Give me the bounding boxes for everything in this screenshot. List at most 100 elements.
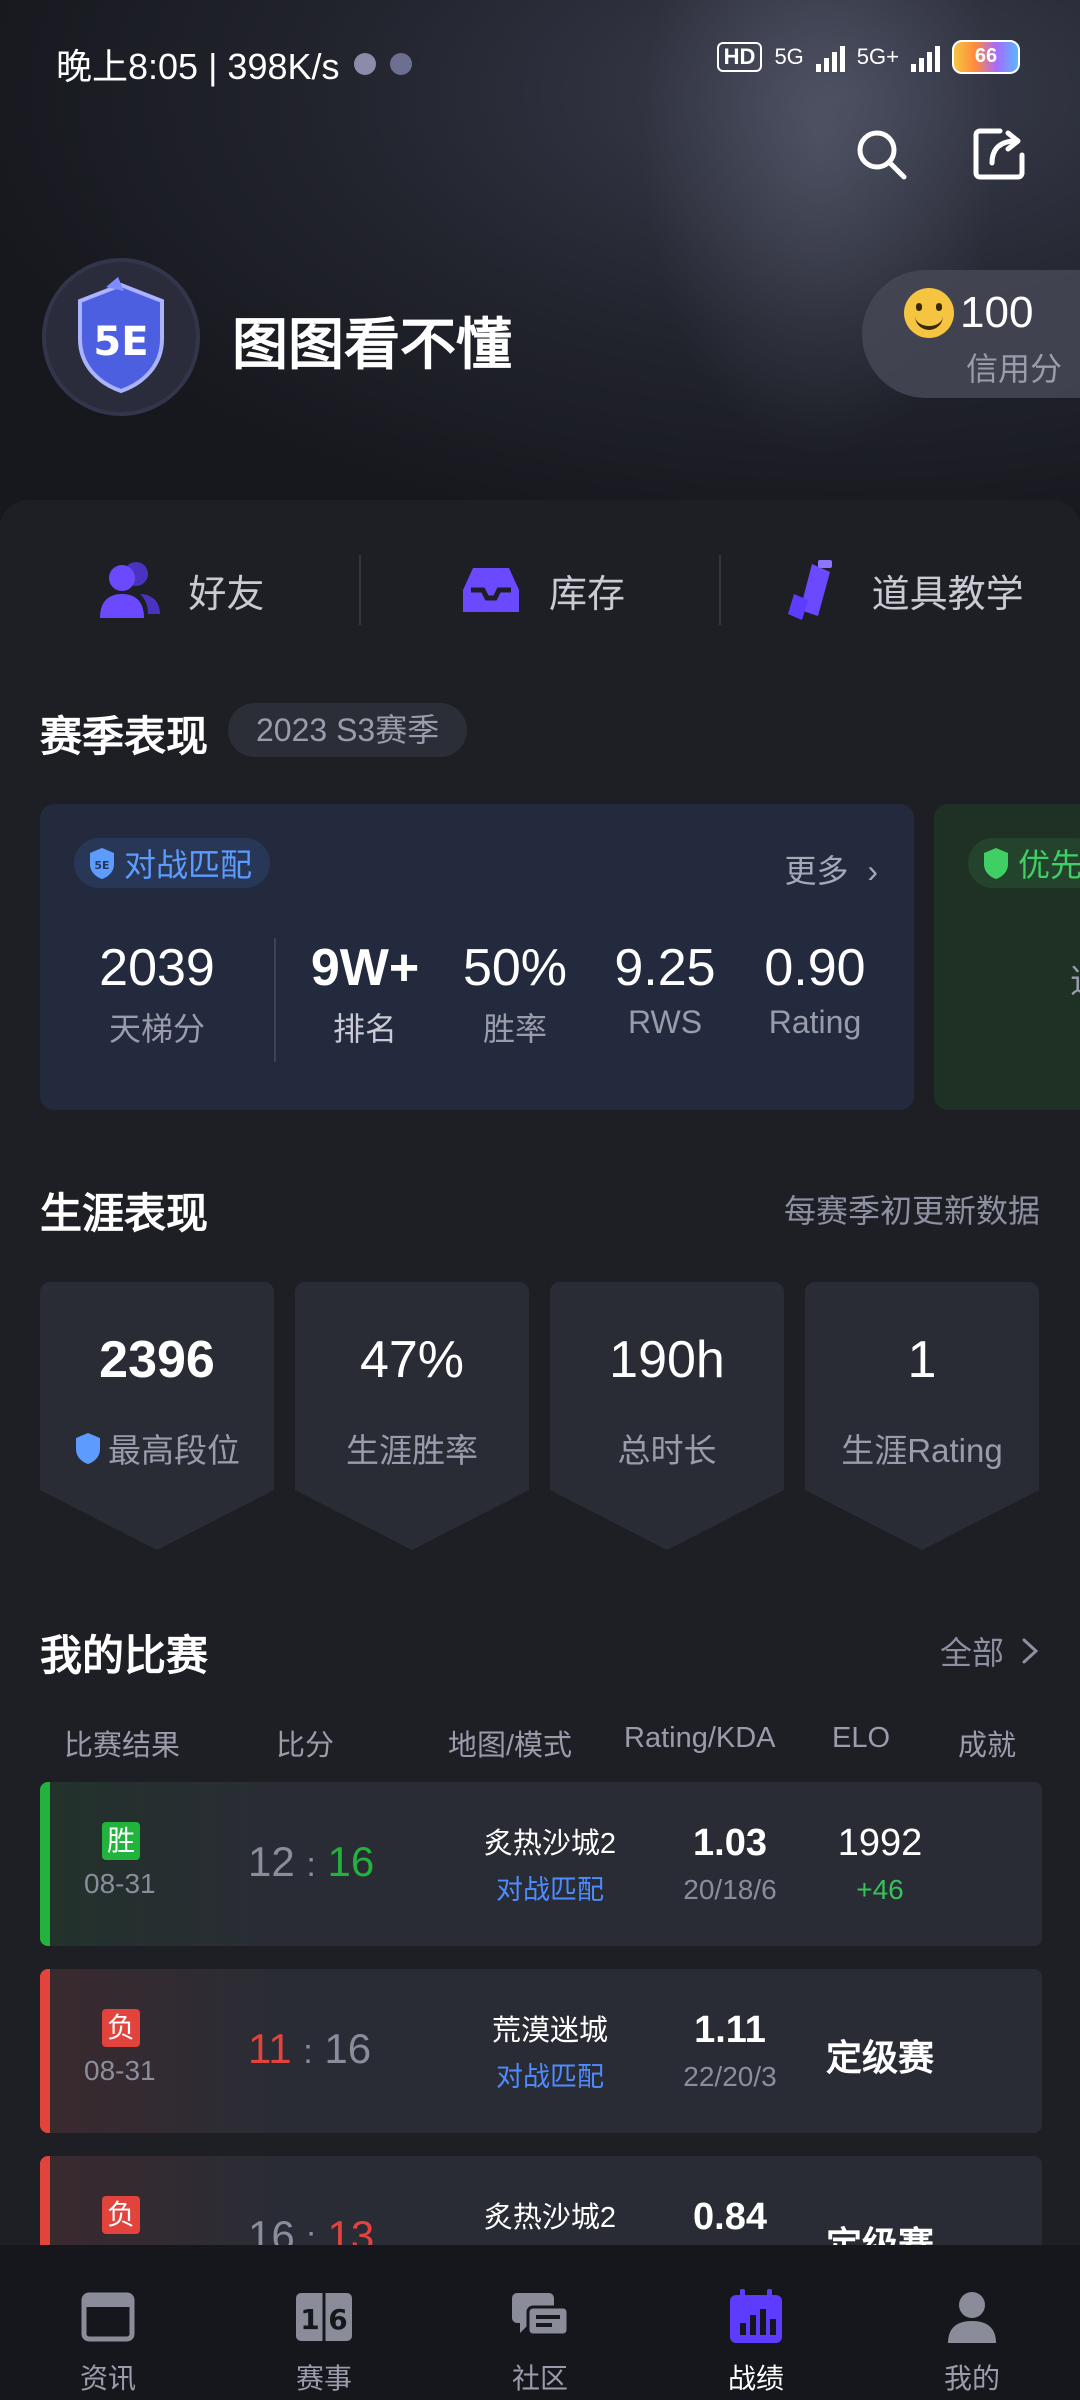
credit-score-label: 信用分 <box>965 351 1062 387</box>
career-stat-highest-rank: 2396 最高段位 <box>40 1282 274 1550</box>
5e-logo-icon: 5E <box>78 277 164 394</box>
stat-label: 总时长 <box>617 1432 717 1469</box>
svg-text:6: 6 <box>328 2303 347 2336</box>
chat-icon <box>512 2293 570 2337</box>
career-stat-playtime: 190h 总时长 <box>550 1282 784 1550</box>
credit-score-value: 100 <box>960 288 1034 337</box>
signal-icon <box>815 42 845 72</box>
result-stripe <box>40 1969 50 2133</box>
app-notification-icon <box>389 53 412 75</box>
stat-label: 生涯Rating <box>841 1432 1003 1469</box>
inventory-icon <box>463 568 519 612</box>
column-header: 比分 <box>276 1730 335 1762</box>
result-cell <box>40 1969 272 2133</box>
quick-link-grenade-tutorial[interactable]: 道具教学 <box>721 545 1080 635</box>
battery-icon: 66 <box>952 40 1020 74</box>
score-separator: : <box>306 1846 316 1884</box>
quick-link-label: 库存 <box>549 573 626 616</box>
result-cell <box>40 1782 272 1946</box>
5e-shield-icon <box>76 1433 100 1464</box>
stat-card-shape <box>40 1282 274 1550</box>
match-mode: 对战匹配 <box>496 1875 604 1905</box>
header-actions <box>852 125 1028 183</box>
stat-value: 2039 <box>99 939 215 997</box>
stat-label: 胜率 <box>482 1011 547 1047</box>
nav-label: 资讯 <box>79 2363 136 2394</box>
match-score: 11 : 16 <box>248 2025 371 2073</box>
result-badge: 负 <box>102 2196 140 2234</box>
nav-news[interactable]: 资讯 <box>0 2245 216 2400</box>
stat-ladder: 2039 天梯分 <box>70 938 244 1050</box>
nav-events[interactable]: 16 赛事 <box>216 2245 432 2400</box>
season-stats-card-priority[interactable]: 优先 道 <box>934 804 1080 1110</box>
mode-label: 对战匹配 <box>124 847 253 883</box>
bottom-navigation: 资讯 16 赛事 社区 战绩 我的 <box>0 2245 1080 2400</box>
score-right: 16 <box>324 2025 372 2072</box>
result-stripe <box>40 1782 50 1946</box>
quick-link-label: 道具教学 <box>871 573 1024 616</box>
match-date: 08-31 <box>84 1868 156 1899</box>
avatar[interactable]: 5E <box>46 262 196 412</box>
credit-score-badge[interactable]: 100 信用分 <box>862 270 1080 398</box>
match-score: 12 : 16 <box>248 1838 374 1886</box>
all-matches-link[interactable]: 全部 <box>940 1628 1040 1674</box>
map-name: 荒漠迷城 <box>491 2015 608 2047</box>
section-title-season: 赛季表现 <box>40 713 209 760</box>
stat-label: 最高段位 <box>108 1432 240 1469</box>
section-title-career: 生涯表现 <box>40 1190 209 1237</box>
score-separator: : <box>303 2033 313 2071</box>
score-left: 11 <box>248 2025 292 2072</box>
stat-value: 2396 <box>99 1331 215 1389</box>
status-bar: 晚上8:05 | 398K/s <box>56 38 412 90</box>
season-stats-card-matchmaking[interactable]: 5E 对战匹配 更多 › 2039 天梯分 9W+ 排名 50% 胜率 9.25… <box>40 804 914 1110</box>
column-header: 成就 <box>958 1730 1017 1762</box>
column-header: 比赛结果 <box>64 1730 181 1762</box>
divider <box>274 938 276 1062</box>
stat-value: 50% <box>462 939 568 997</box>
quick-links: 好友 库存 道具教学 <box>0 545 1080 635</box>
share-icon[interactable] <box>970 125 1028 183</box>
search-icon[interactable] <box>852 125 910 183</box>
stat-label: 生涯胜率 <box>346 1432 478 1469</box>
quick-link-friends[interactable]: 好友 <box>0 545 359 635</box>
score-left: 12 <box>248 1838 295 1885</box>
stat-value: 190h <box>609 1331 725 1389</box>
stat-rank: 9W+ 排名 <box>290 938 440 1050</box>
stat-label: Rating <box>768 1004 862 1040</box>
match-elo-delta: +46 <box>856 1874 904 1905</box>
match-table-header: 比赛结果 比分 地图/模式 Rating/KDA ELO 成就 <box>0 1722 1080 1762</box>
nav-label: 我的 <box>943 2363 1000 2394</box>
status-indicators: HD 5G 5G+ 66 <box>716 40 1020 74</box>
match-row[interactable]: 负 08-31 11 : 16 荒漠迷城 对战匹配 1.11 22/20/3 定… <box>40 1969 1042 2133</box>
stat-card-shape <box>805 1282 1039 1550</box>
all-matches-label: 全部 <box>939 1635 1004 1671</box>
nav-community[interactable]: 社区 <box>432 2245 648 2400</box>
nav-label: 战绩 <box>727 2363 784 2394</box>
nav-stats[interactable]: 战绩 <box>648 2245 864 2400</box>
quick-link-inventory[interactable]: 库存 <box>361 545 720 635</box>
chevron-right-icon <box>1022 1638 1039 1664</box>
stat-value: 47% <box>359 1331 465 1389</box>
status-time: 晚上8:05 | 398K/s <box>56 46 340 87</box>
5e-shield-icon: 5E <box>90 848 114 879</box>
stat-value: 9.25 <box>614 939 716 997</box>
stat-value: 1 <box>907 1331 937 1389</box>
map-name: 炙热沙城2 <box>483 2202 617 2234</box>
chevron-right-icon: › <box>867 853 878 889</box>
network-5g-plus-label: 5G+ <box>856 44 899 69</box>
career-stat-winrate: 47% 生涯胜率 <box>295 1282 529 1550</box>
career-update-note: 每赛季初更新数据 <box>783 1193 1040 1229</box>
match-date: 08-31 <box>84 2055 156 2086</box>
column-header: ELO <box>832 1722 891 1754</box>
mode-label: 优先 <box>1018 847 1080 883</box>
season-selector[interactable]: 2023 S3赛季 <box>228 703 468 757</box>
smiley-icon <box>904 288 954 338</box>
score-right: 16 <box>327 1838 375 1885</box>
stats-icon <box>730 2289 782 2343</box>
nav-label: 赛事 <box>295 2363 352 2394</box>
scoreboard-icon: 16 <box>296 2293 352 2341</box>
more-link[interactable]: 更多 › <box>784 846 878 892</box>
nav-mine[interactable]: 我的 <box>864 2245 1080 2400</box>
match-row[interactable]: 胜 08-31 12 : 16 炙热沙城2 对战匹配 1.03 20/18/6 … <box>40 1782 1042 1946</box>
mode-tag: 优先 <box>968 838 1080 888</box>
